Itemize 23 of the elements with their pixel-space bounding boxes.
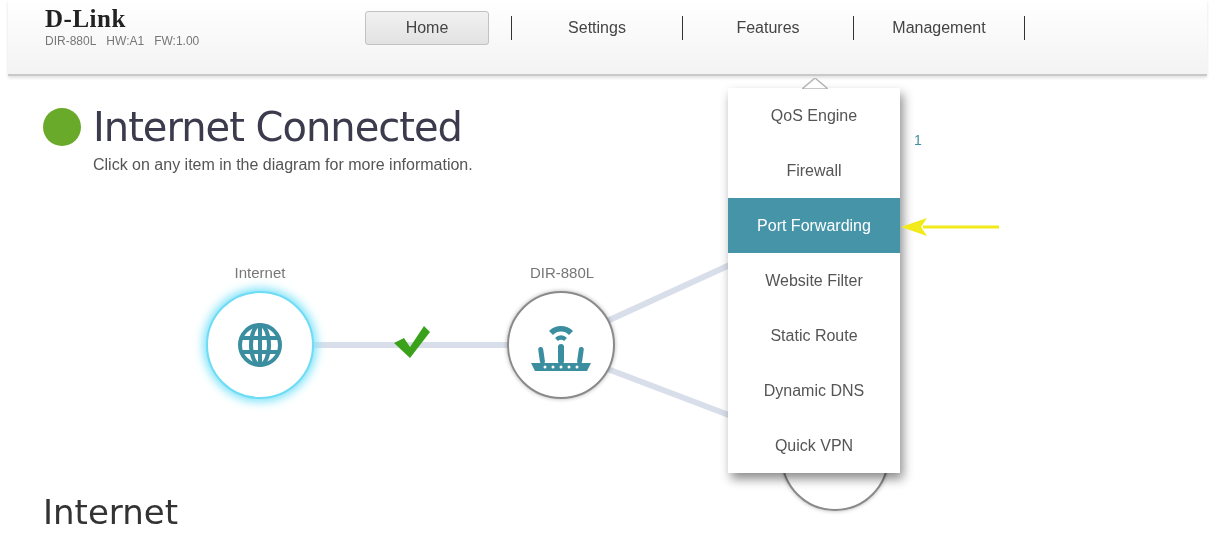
status-title: Internet Connected (93, 104, 462, 150)
diagram-node[interactable] (507, 291, 615, 399)
logo: D-Link (45, 6, 127, 32)
nav-tab[interactable]: Home (365, 11, 489, 45)
section-title: Internet (43, 492, 179, 532)
node-label: Internet (234, 264, 286, 281)
partial-text: 1 (914, 132, 922, 148)
nav-tab[interactable]: Management (854, 11, 1024, 45)
menu-item[interactable]: Firewall (728, 143, 900, 198)
hardware-version: HW:A1 (106, 34, 145, 48)
menu-item[interactable]: Dynamic DNS (728, 363, 900, 418)
node-label: DIR-880L (529, 264, 595, 281)
nav-tab[interactable]: Features (683, 11, 853, 45)
menu-item[interactable]: QoS Engine (728, 88, 900, 143)
firmware-version: FW:1.00 (154, 34, 200, 48)
diagram-node[interactable] (206, 291, 314, 399)
hint-text: Click on any item in the diagram for more information. (93, 156, 473, 174)
menu-item[interactable]: Static Route (728, 308, 900, 363)
model-text: DIR-880L (45, 34, 97, 48)
nav-tab[interactable]: Settings (512, 11, 682, 45)
menu-item[interactable]: Quick VPN (728, 418, 900, 473)
menu-item[interactable]: Website Filter (728, 253, 900, 308)
globe-icon (236, 321, 284, 369)
